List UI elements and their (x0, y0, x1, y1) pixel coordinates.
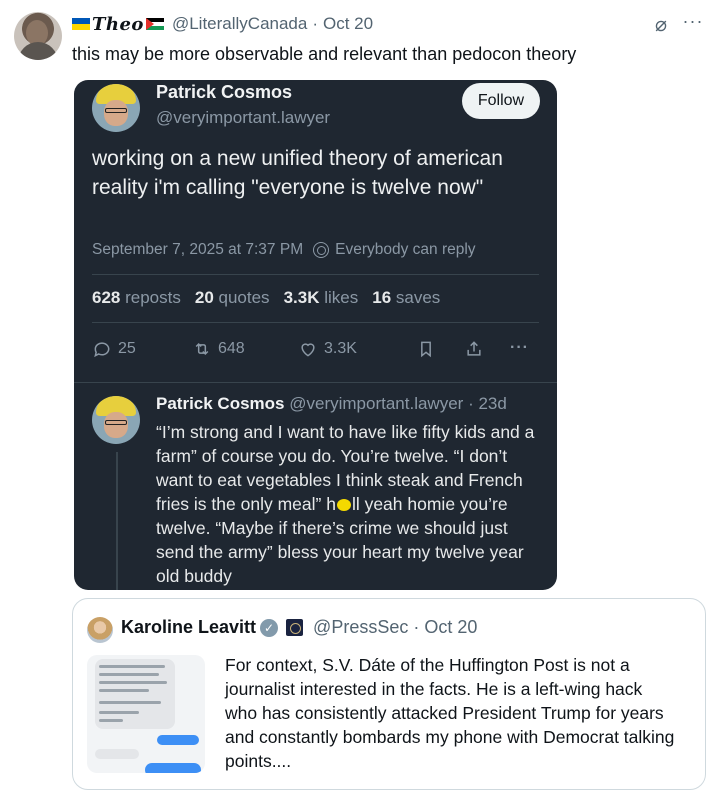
user-handle[interactable]: @LiterallyCanada (172, 14, 307, 34)
repost-action: 648 (192, 339, 245, 359)
verified-badge-icon: ✓ (260, 618, 279, 637)
repost-count: 648 (218, 340, 245, 357)
reply-age: · 23d (468, 394, 507, 413)
globe-icon (313, 242, 330, 258)
more-icon[interactable]: ··· (680, 10, 706, 32)
text-line (99, 701, 161, 704)
tweet-date[interactable]: Oct 20 (323, 14, 373, 34)
reply-action: 25 (92, 339, 136, 359)
face (104, 412, 128, 438)
post-timestamp: September 7, 2025 at 7:37 PM (92, 241, 304, 258)
text-line (99, 681, 167, 684)
share-action (464, 339, 484, 359)
post-body: working on a new unified theory of ameri… (92, 147, 503, 199)
divider (92, 274, 539, 275)
message-bubble-sent (145, 763, 201, 773)
separator: · (413, 617, 420, 637)
glasses (105, 420, 127, 425)
repost-icon (195, 342, 209, 356)
ukraine-flag-icon (72, 18, 90, 30)
palestine-flag-icon (145, 18, 164, 30)
author-avatar (92, 84, 140, 132)
share-icon (467, 341, 481, 356)
like-count: 3.3K (324, 340, 357, 357)
quoted-handle: @PressSec (313, 617, 409, 637)
face (104, 100, 128, 126)
reply-author-handle: @veryimportant.lawyer (289, 394, 464, 413)
reply-body: “I’m strong and I want to have like fift… (156, 420, 541, 588)
heart-icon (301, 343, 315, 357)
bookmark-icon (421, 341, 431, 358)
reply-author-avatar (92, 396, 140, 444)
government-seal-icon (286, 619, 304, 636)
divider (92, 322, 539, 323)
reply-header: Patrick Cosmos @veryimportant.lawyer · 2… (156, 394, 507, 414)
display-name[interactable]: Theo (92, 14, 144, 35)
post-timestamp-row: September 7, 2025 at 7:37 PM Everybody c… (92, 241, 476, 259)
grok-icon[interactable]: ⌀ (650, 14, 672, 36)
post-actions: 25 648 3.3K ··· (92, 339, 532, 365)
reply-setting: Everybody can reply (335, 241, 476, 258)
tweet-text: this may be more observable and relevant… (72, 44, 577, 64)
separator: · (312, 14, 319, 33)
author-handle: @veryimportant.lawyer (156, 108, 331, 127)
text-line (99, 665, 165, 668)
thread-line (116, 452, 118, 590)
reply-count: 25 (118, 340, 136, 357)
stat-saves: 16 saves (372, 288, 441, 307)
reply-icon (94, 342, 110, 358)
more-action-icon: ··· (510, 339, 529, 356)
quoted-author-name: Karoline Leavitt (121, 617, 257, 637)
post-stats: 628 reposts 20 quotes 3.3K likes 16 save… (92, 288, 440, 308)
embedded-screenshot[interactable]: Patrick Cosmos @veryimportant.lawyer Fol… (74, 80, 557, 590)
message-bubble-sent (157, 735, 199, 745)
divider (74, 382, 557, 383)
like-action: 3.3K (298, 339, 357, 359)
quoted-media-thumbnail[interactable] (87, 655, 205, 773)
quoted-date: Oct 20 (424, 617, 478, 637)
quoted-text: For context, S.V. Dáte of the Huffington… (225, 655, 675, 771)
tweet-header: Theo @LiterallyCanada · Oct 20 (72, 12, 704, 36)
stat-reposts: 628 reposts (92, 288, 181, 307)
avatar-body (18, 42, 58, 60)
highlight-blob (336, 499, 351, 512)
quoted-header: Karoline Leavitt ✓ @PressSec · Oct 20 (121, 617, 477, 638)
author-name: Patrick Cosmos (156, 82, 293, 102)
avatar[interactable] (14, 12, 62, 60)
reply-author-name: Patrick Cosmos (156, 394, 285, 413)
stat-likes: 3.3K likes (283, 288, 359, 307)
glasses (105, 108, 127, 113)
text-line (99, 719, 123, 722)
text-line (99, 673, 159, 676)
message-bubble (95, 749, 139, 759)
quoted-avatar (87, 617, 113, 643)
stat-quotes: 20 quotes (194, 288, 270, 307)
quoted-tweet[interactable]: Karoline Leavitt ✓ @PressSec · Oct 20 Fo… (72, 598, 706, 790)
bookmark-action (416, 339, 436, 359)
text-line (99, 711, 139, 714)
follow-button: Follow (462, 83, 540, 119)
text-line (99, 689, 149, 692)
